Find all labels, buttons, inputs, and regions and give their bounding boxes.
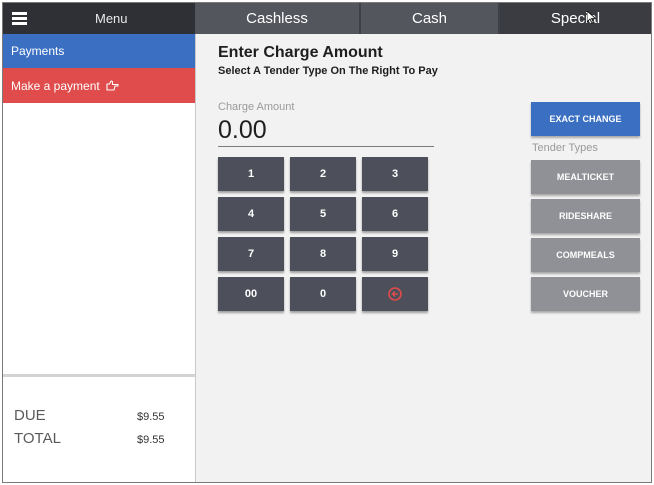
tender-compmeals-button[interactable]: COMPMEALS: [531, 238, 640, 272]
tab-cash[interactable]: Cash: [360, 3, 498, 34]
sidebar: Payments Make a payment DUE $9.55 TOTAL …: [3, 34, 196, 482]
key-7[interactable]: 7: [218, 237, 284, 271]
backspace-button[interactable]: [362, 277, 428, 311]
key-1[interactable]: 1: [218, 157, 284, 191]
key-2[interactable]: 2: [290, 157, 356, 191]
sidebar-item-label: Payments: [11, 44, 65, 58]
mouse-cursor-icon: [587, 11, 596, 24]
tender-mealticket-button[interactable]: MEALTICKET: [531, 160, 640, 194]
key-5[interactable]: 5: [290, 197, 356, 231]
tender-voucher-button[interactable]: VOUCHER: [531, 277, 640, 311]
due-value: $9.55: [137, 411, 165, 423]
menu-label: Menu: [95, 11, 128, 26]
tender-rideshare-button[interactable]: RIDESHARE: [531, 199, 640, 233]
charge-amount-label: Charge Amount: [218, 101, 295, 113]
hamburger-icon[interactable]: [12, 12, 27, 25]
total-value: $9.55: [137, 434, 165, 446]
sidebar-item-label: Make a payment: [11, 78, 100, 93]
sidebar-item-payments[interactable]: Payments: [3, 34, 195, 68]
backspace-circle-icon: [388, 287, 402, 301]
key-8[interactable]: 8: [290, 237, 356, 271]
exact-change-button[interactable]: EXACT CHANGE: [531, 102, 640, 136]
pointing-hand-icon: [106, 80, 119, 91]
top-bar: Menu Cashless Cash Special: [3, 3, 651, 34]
total-label: TOTAL: [14, 430, 61, 447]
key-3[interactable]: 3: [362, 157, 428, 191]
sidebar-item-make-payment[interactable]: Make a payment: [3, 68, 195, 103]
key-6[interactable]: 6: [362, 197, 428, 231]
tender-types-label: Tender Types: [532, 142, 598, 154]
menu-button[interactable]: Menu: [3, 3, 195, 34]
charge-panel: Enter Charge Amount Select A Tender Type…: [196, 34, 651, 482]
tab-special[interactable]: Special: [499, 3, 651, 34]
key-4[interactable]: 4: [218, 197, 284, 231]
due-label: DUE: [14, 407, 46, 424]
page-subtitle: Select A Tender Type On The Right To Pay: [218, 65, 438, 77]
charge-amount-input[interactable]: 0.00: [218, 114, 434, 147]
key-0[interactable]: 0: [290, 277, 356, 311]
tab-cashless[interactable]: Cashless: [195, 3, 359, 34]
sidebar-divider: [3, 374, 195, 377]
key-9[interactable]: 9: [362, 237, 428, 271]
key-00[interactable]: 00: [218, 277, 284, 311]
page-title: Enter Charge Amount: [218, 44, 383, 61]
app-window: Menu Cashless Cash Special Payments Make…: [2, 2, 652, 483]
